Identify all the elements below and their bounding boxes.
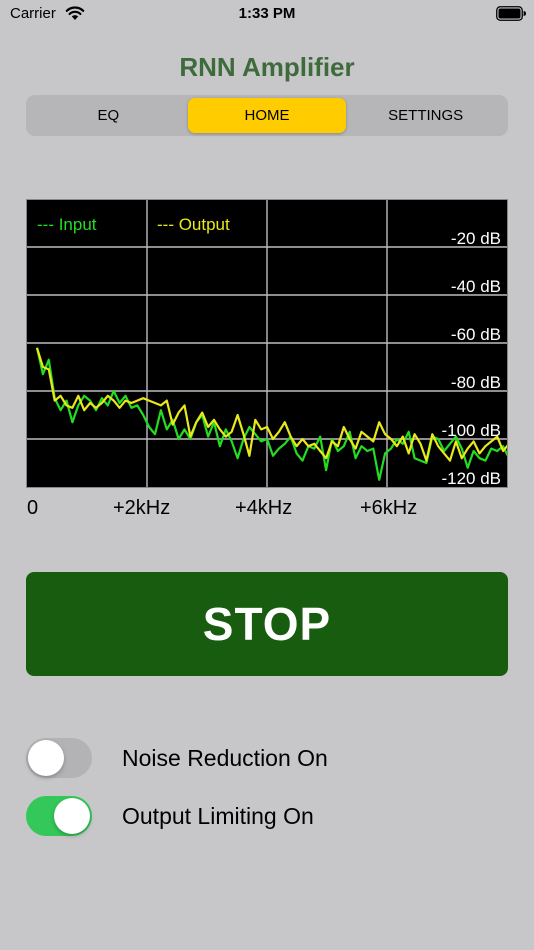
legend-input: --- Input — [37, 215, 97, 234]
tab-bar: EQ HOME SETTINGS — [26, 95, 508, 136]
status-time: 1:33 PM — [238, 5, 296, 22]
stop-button[interactable]: STOP — [26, 572, 508, 676]
freq-label-6khz: +6kHz — [360, 497, 418, 519]
toggle-knob — [28, 740, 64, 776]
tab-home[interactable]: HOME — [187, 98, 347, 133]
db-label-40: -40 dB — [451, 277, 501, 296]
battery-icon — [496, 6, 526, 21]
noise-reduction-toggle[interactable] — [26, 738, 92, 778]
toggle-knob — [54, 798, 90, 834]
output-limiting-row: Output Limiting On — [26, 796, 314, 836]
db-label-80: -80 dB — [451, 373, 501, 392]
legend-output: --- Output — [157, 215, 230, 234]
spectrum-plot: -20 dB -40 dB -60 dB -80 dB -100 dB -120 dB --… — [27, 200, 507, 487]
tab-settings[interactable]: SETTINGS — [346, 98, 505, 133]
app-title: RNN Amplifier — [179, 52, 355, 82]
freq-label-4khz: +4kHz — [235, 497, 293, 519]
output-limiting-toggle[interactable] — [26, 796, 92, 836]
tab-eq[interactable]: EQ — [29, 98, 188, 133]
noise-reduction-row: Noise Reduction On — [26, 738, 328, 778]
freq-label-0: 0 — [27, 497, 39, 519]
db-label-20: -20 dB — [451, 229, 501, 248]
status-bar: Carrier 1:33 PM — [0, 0, 534, 28]
output-limiting-label: Output Limiting On — [122, 802, 314, 829]
db-label-60: -60 dB — [451, 325, 501, 344]
noise-reduction-label: Noise Reduction On — [122, 744, 328, 771]
db-label-120: -120 dB — [441, 469, 501, 487]
frequency-axis: 0 +2kHz +4kHz +6kHz — [0, 497, 534, 521]
freq-label-2khz: +2kHz — [113, 497, 171, 519]
input-series-line — [35, 347, 507, 481]
spectrum-display: -20 dB -40 dB -60 dB -80 dB -100 dB -120 dB --… — [26, 199, 508, 488]
db-label-100: -100 dB — [441, 421, 501, 440]
